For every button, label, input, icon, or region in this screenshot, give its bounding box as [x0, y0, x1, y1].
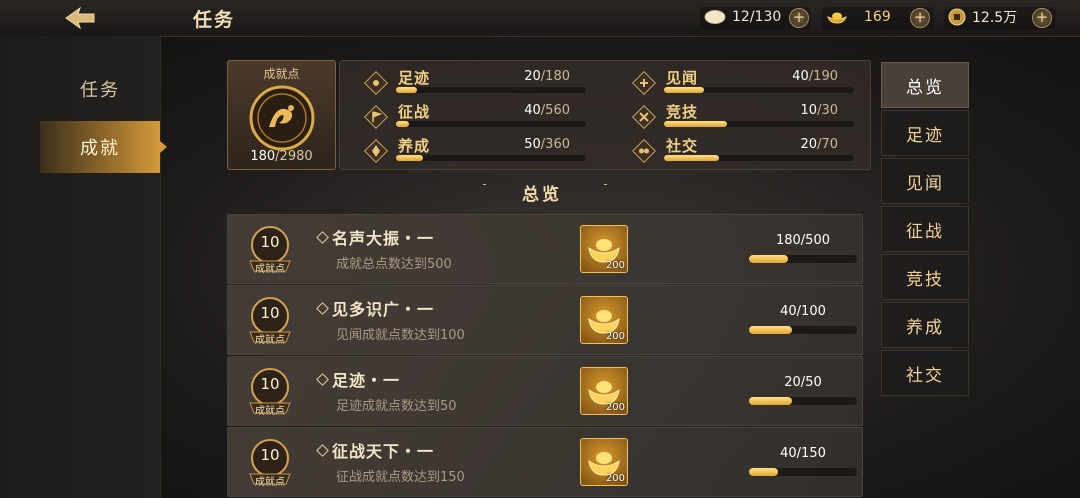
- stat-progress-fill: [396, 155, 423, 161]
- reward-item[interactable]: 200: [580, 225, 628, 273]
- achievement-title: 名声大振・一: [332, 229, 435, 248]
- category-stats-panel: 足迹 20/180 见闻 40/190 征战 40/560 竞技 10/30 养…: [339, 60, 871, 170]
- top-bar: 任务 12/130 + 169 + 12.5万 +: [0, 0, 1080, 37]
- back-arrow-icon: [65, 6, 95, 30]
- progress-track: [749, 255, 857, 263]
- add-coin-button[interactable]: +: [1032, 8, 1052, 28]
- stat-progress-fill: [664, 155, 720, 161]
- ingot-resource: 169: [826, 6, 891, 28]
- achievement-desc: 见闻成就点数达到100: [336, 328, 465, 343]
- stat-progress-track: [664, 155, 854, 161]
- coin-icon: [948, 8, 966, 26]
- ornament-left: [477, 184, 492, 185]
- progress-track: [749, 326, 857, 334]
- gold-ingot-icon: [827, 12, 847, 24]
- achievement-points-card: 成就点 180/2980: [227, 60, 336, 170]
- tab-achievement[interactable]: 成就: [40, 121, 167, 173]
- achievement-row[interactable]: 10 成就点 名声大振・一 成就总点数达到500 200 180/500: [227, 214, 863, 284]
- knowledge-icon: [632, 71, 656, 95]
- stat-progress-fill: [664, 121, 727, 127]
- egg-icon: [704, 10, 726, 24]
- reward-item[interactable]: 200: [580, 296, 628, 344]
- diamond-icon: [316, 302, 329, 315]
- filter-footprint[interactable]: 足迹: [881, 110, 969, 156]
- battle-flag-icon: [364, 105, 388, 129]
- footprint-icon: [364, 71, 388, 95]
- filter-arena[interactable]: 竞技: [881, 254, 969, 300]
- filter-overview[interactable]: 总览: [881, 62, 969, 108]
- diamond-icon: [316, 231, 329, 244]
- progress-text: 40/100: [780, 304, 826, 319]
- diamond-icon: [316, 444, 329, 457]
- diamond-icon: [316, 373, 329, 386]
- stamina-resource: 12/130: [704, 6, 781, 28]
- ornament-right: [598, 184, 613, 185]
- stat-progress-track: [396, 121, 586, 127]
- stat-knowledge: 见闻 40/190: [608, 67, 854, 97]
- achievement-points-value: 180/2980: [250, 149, 313, 164]
- achievement-desc: 成就总点数达到500: [336, 257, 452, 272]
- stat-progress-fill: [396, 121, 410, 127]
- stat-arena: 竞技 10/30: [608, 101, 854, 131]
- coin-resource: 12.5万: [948, 6, 1017, 28]
- stat-progress-track: [664, 87, 854, 93]
- achievement-row[interactable]: 10 成就点 征战天下・一 征战成就点数达到150 200 40/150: [227, 427, 863, 497]
- stat-progress-track: [396, 87, 586, 93]
- achievement-desc: 征战成就点数达到150: [336, 470, 465, 485]
- progress-fill: [749, 397, 793, 405]
- progress-fill: [749, 255, 788, 263]
- add-stamina-button[interactable]: +: [789, 8, 809, 28]
- reward-item[interactable]: 200: [580, 367, 628, 415]
- achievement-desc: 足迹成就点数达到50: [336, 399, 457, 414]
- filter-growth[interactable]: 养成: [881, 302, 969, 348]
- stat-battle: 征战 40/560: [340, 101, 586, 131]
- filter-social[interactable]: 社交: [881, 350, 969, 396]
- back-button[interactable]: [58, 4, 98, 32]
- add-ingot-button[interactable]: +: [910, 8, 930, 28]
- stat-footprint: 足迹 20/180: [340, 67, 586, 97]
- social-icon: [632, 139, 656, 163]
- filter-battle[interactable]: 征战: [881, 206, 969, 252]
- dragon-medal-icon: [249, 85, 315, 151]
- progress-track: [749, 468, 857, 476]
- filter-knowledge[interactable]: 见闻: [881, 158, 969, 204]
- achievement-row[interactable]: 10 成就点 足迹・一 足迹成就点数达到50 200 20/50: [227, 356, 863, 426]
- progress-text: 180/500: [775, 233, 830, 248]
- progress-fill: [749, 468, 779, 476]
- section-title: 总览: [522, 185, 562, 205]
- progress-fill: [749, 326, 793, 334]
- achievement-row[interactable]: 10 成就点 见多识广・一 见闻成就点数达到100 200 40/100: [227, 285, 863, 355]
- progress-text: 20/50: [784, 375, 822, 390]
- stat-progress-fill: [396, 87, 417, 93]
- achievement-points-label: 成就点: [263, 67, 300, 81]
- achievement-title: 征战天下・一: [332, 442, 435, 461]
- crossed-swords-icon: [632, 105, 656, 129]
- reward-item[interactable]: 200: [580, 438, 628, 486]
- progress-text: 40/150: [780, 446, 826, 461]
- tab-task[interactable]: 任务: [40, 63, 160, 115]
- left-tab-panel: 任务 成就: [0, 36, 167, 498]
- stat-social: 社交 20/70: [608, 135, 854, 165]
- achievement-title: 见多识广・一: [332, 300, 435, 319]
- stat-progress-track: [664, 121, 854, 127]
- growth-icon: [364, 139, 388, 163]
- stat-growth: 养成 50/360: [340, 135, 586, 165]
- progress-track: [749, 397, 857, 405]
- stat-progress-fill: [664, 87, 704, 93]
- achievement-title: 足迹・一: [332, 371, 401, 390]
- page-title: 任务: [193, 9, 236, 31]
- stat-progress-track: [396, 155, 586, 161]
